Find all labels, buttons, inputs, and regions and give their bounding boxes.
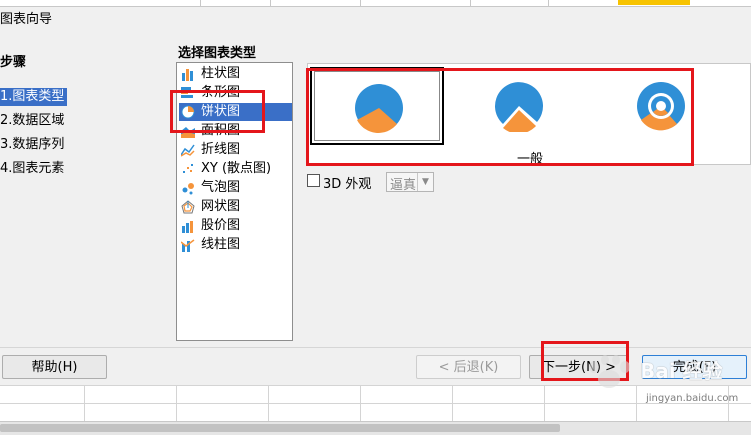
back-button[interactable]: < 后退(K) [416,355,521,379]
chart-type-bubble[interactable]: 气泡图 [179,179,292,197]
variant-exploded-donut[interactable] [736,67,750,145]
3d-scheme-select[interactable]: 逼真 ▼ [386,172,434,193]
bubble-chart-icon [182,183,194,195]
chart-type-heading: 选择图表类型 [178,46,257,61]
column-chart-icon [182,69,193,81]
step-data-series[interactable]: 3.数据序列 [0,136,67,154]
horizontal-scrollbar-thumb[interactable] [0,424,560,432]
annotation-pie-type [170,90,265,133]
column-line-chart-icon [181,239,195,252]
steps-heading: 步骤 [0,55,27,70]
chart-type-stock[interactable]: 股价图 [179,217,292,235]
watermark-url: jingyan.baidu.com [646,393,739,404]
step-data-range[interactable]: 2.数据区域 [0,112,67,130]
3d-look-label[interactable]: 3D 外观 [323,173,371,192]
step-chart-type[interactable]: 1.图表类型 [0,88,68,106]
chart-type-column[interactable]: 柱状图 [179,65,292,83]
baidu-jingyan-watermark: Bai 经验 jingyan.baidu.com [580,353,750,413]
3d-scheme-value: 逼真 [390,178,417,193]
chart-type-net[interactable]: 网状图 [179,198,292,216]
annotation-preview [306,68,694,166]
button-bar-divider [0,347,751,348]
highlighted-cell [618,0,690,5]
3d-look-checkbox[interactable] [307,174,320,187]
watermark-brand: Bai 经验 [640,359,723,383]
window-title: 图表向导 [0,12,53,27]
chart-type-line[interactable]: 折线图 [179,141,292,159]
help-button[interactable]: 帮助(H) [2,355,107,379]
steps-panel [0,40,172,347]
line-chart-icon [181,144,195,157]
scatter-chart-icon [183,164,193,173]
net-chart-icon [181,200,195,214]
step-chart-elements[interactable]: 4.图表元素 [0,160,67,178]
paw-logo-icon [589,355,630,388]
chart-type-column-line[interactable]: 线柱图 [179,236,292,254]
stock-chart-icon [182,221,193,233]
chevron-down-icon: ▼ [417,173,433,191]
chart-type-xy-scatter[interactable]: XY (散点图) [179,160,292,178]
